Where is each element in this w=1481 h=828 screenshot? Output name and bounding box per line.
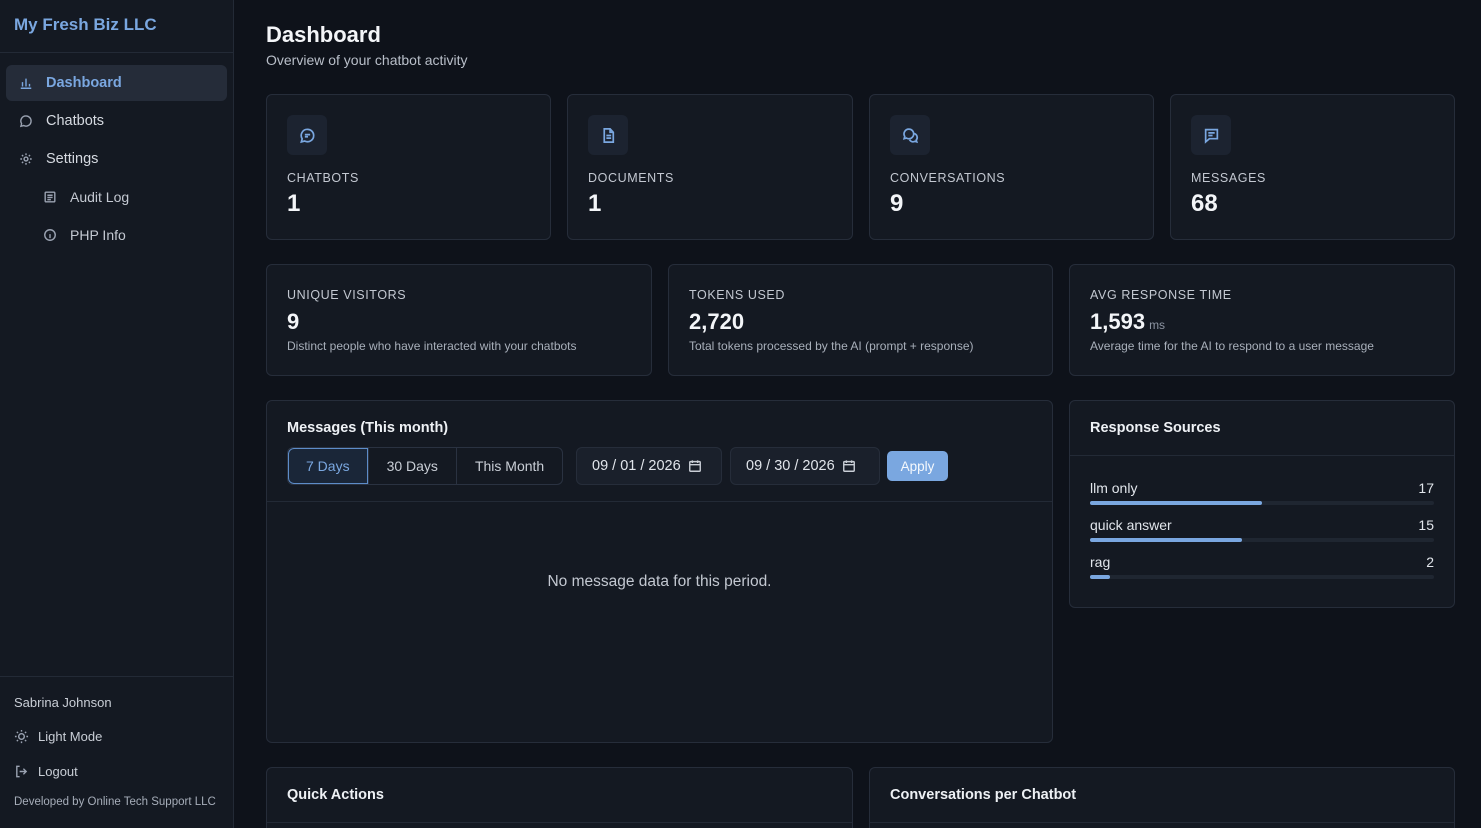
document-list-icon [42,189,58,205]
source-progress-track [1090,575,1434,579]
source-progress-fill [1090,538,1242,542]
metric-description: Total tokens processed by the AI (prompt… [689,339,974,353]
divider [1070,455,1454,456]
gear-icon [18,151,34,167]
source-label: rag [1090,554,1111,570]
metric-label: TOKENS USED [689,288,785,302]
sidebar-item-chatbots[interactable]: Chatbots [6,103,227,139]
light-mode-toggle[interactable]: Light Mode [14,726,219,746]
source-progress-track [1090,501,1434,505]
empty-state-message: No message data for this period. [547,573,772,590]
stat-value: 1 [287,190,301,217]
source-progress-track [1090,538,1434,542]
date-to-input[interactable]: 09 / 30 / 2026 [730,447,880,485]
source-label: quick answer [1090,517,1172,533]
stat-label: CHATBOTS [287,171,359,185]
divider [267,501,1052,502]
sidebar-item-dashboard[interactable]: Dashboard [6,65,227,101]
source-progress-fill [1090,575,1111,579]
stat-card-conversations: CONVERSATIONS 9 [869,94,1154,240]
light-mode-label: Light Mode [38,728,103,744]
metric-description: Average time for the AI to respond to a … [1090,339,1374,353]
sidebar-item-label: Chatbots [46,113,105,129]
stat-card-messages: MESSAGES 68 [1170,94,1455,240]
message-circle-icon [18,113,34,129]
divider [267,822,852,823]
source-progress-fill [1090,501,1262,505]
range-this-month-button[interactable]: This Month [457,448,562,484]
metric-card-avg-response-time: AVG RESPONSE TIME 1,593 ms Average time f… [1069,264,1455,376]
range-30-days-button[interactable]: 30 Days [369,448,457,484]
calendar-icon[interactable] [688,459,702,473]
range-7-days-button[interactable]: 7 Days [288,448,369,484]
message-circle-icon [287,115,327,155]
logout-label: Logout [38,763,78,779]
sidebar-item-php-info[interactable]: PHP Info [6,217,227,253]
messages-card-title: Messages (This month) [287,420,449,436]
metric-unit: ms [1149,318,1166,332]
user-name: Sabrina Johnson [14,695,112,710]
messages-chart-card: Messages (This month) 7 Days 30 Days Thi… [266,400,1053,743]
apply-button[interactable]: Apply [887,451,948,481]
stat-card-chatbots: CHATBOTS 1 [266,94,551,240]
metric-value: 1,593 ms [1090,309,1165,335]
date-to-value: 09 / 30 / 2026 [746,458,835,474]
message-square-icon [1191,115,1231,155]
response-sources-title: Response Sources [1090,420,1221,436]
page-subtitle: Overview of your chatbot activity [266,52,468,68]
sidebar-item-audit-log[interactable]: Audit Log [6,179,227,215]
bar-chart-icon [18,75,34,91]
stat-value: 1 [588,190,602,217]
logout-icon [16,765,28,777]
source-count: 2 [1426,554,1434,570]
calendar-icon[interactable] [842,459,856,473]
stat-label: DOCUMENTS [588,171,674,185]
date-from-input[interactable]: 09 / 01 / 2026 [576,447,722,485]
response-sources-card: Response Sources llm only 17 quick answe… [1069,400,1455,608]
sidebar-item-label: PHP Info [70,227,126,243]
stat-card-documents: DOCUMENTS 1 [567,94,853,240]
logout-button[interactable]: Logout [14,761,219,781]
metric-label: UNIQUE VISITORS [287,288,407,302]
quick-actions-title: Quick Actions [287,787,384,803]
source-label: llm only [1090,480,1138,496]
brand-name[interactable]: My Fresh Biz LLC [0,0,233,53]
info-icon [42,227,58,243]
sidebar-item-settings[interactable]: Settings [6,141,227,177]
source-count: 17 [1418,480,1434,496]
metric-label: AVG RESPONSE TIME [1090,288,1232,302]
sidebar: My Fresh Biz LLC Dashboard Chatbots Sett… [0,0,234,828]
metric-card-unique-visitors: UNIQUE VISITORS 9 Distinct people who ha… [266,264,652,376]
metric-value: 9 [287,309,299,335]
sidebar-item-label: Audit Log [70,189,130,205]
sidebar-nav: Dashboard Chatbots Settings Audit Log PH… [0,53,233,253]
metric-description: Distinct people who have interacted with… [287,339,577,353]
range-selector: 7 Days 30 Days This Month [287,447,564,485]
conversations-per-chatbot-title: Conversations per Chatbot [890,787,1077,803]
stat-label: CONVERSATIONS [890,171,1006,185]
developer-credit[interactable]: Developed by Online Tech Support LLC [14,796,219,808]
divider [870,822,1454,823]
document-icon [588,115,628,155]
metric-value-number: 1,593 [1090,309,1146,334]
stat-value: 9 [890,190,904,217]
stat-label: MESSAGES [1191,171,1266,185]
metric-value: 2,720 [689,309,744,335]
sidebar-item-label: Dashboard [46,75,122,91]
date-from-value: 09 / 01 / 2026 [592,458,681,474]
metric-value-number: 9 [287,309,300,334]
chat-bubbles-icon [890,115,930,155]
conversations-per-chatbot-card: Conversations per Chatbot [869,767,1455,828]
stat-value: 68 [1191,190,1218,217]
source-count: 15 [1418,517,1434,533]
metric-card-tokens-used: TOKENS USED 2,720 Total tokens processed… [668,264,1053,376]
sun-icon [14,729,29,743]
sidebar-footer: Sabrina Johnson Light Mode Logout Develo… [0,676,233,828]
metric-value-number: 2,720 [689,309,745,334]
page-title: Dashboard [266,22,381,47]
sidebar-item-label: Settings [46,151,99,167]
quick-actions-card: Quick Actions [266,767,853,828]
